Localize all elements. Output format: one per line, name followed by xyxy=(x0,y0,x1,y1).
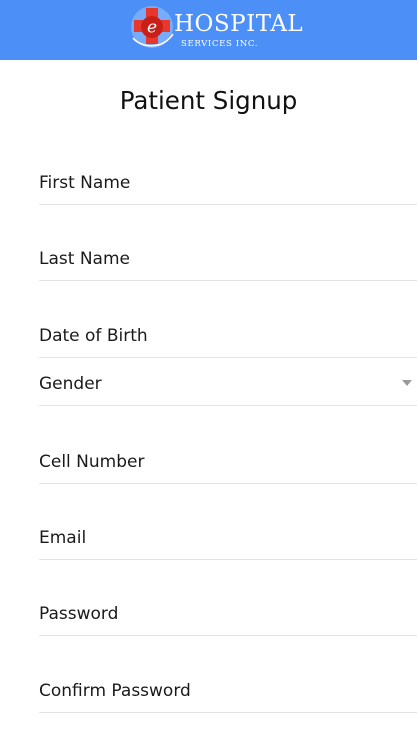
email-field[interactable]: Email xyxy=(39,514,417,560)
chevron-down-icon[interactable] xyxy=(402,380,412,386)
medical-cross-icon: e xyxy=(131,6,174,48)
password-field[interactable]: Password xyxy=(39,590,417,636)
cell-number-field[interactable]: Cell Number xyxy=(39,438,417,484)
date-of-birth-field[interactable]: Date of Birth xyxy=(39,312,417,358)
hospital-logo: e HOSPITAL SERVICES INC. xyxy=(129,2,303,54)
confirm-password-field[interactable]: Confirm Password xyxy=(39,667,417,713)
first-name-field[interactable]: First Name xyxy=(39,159,417,205)
logo-tagline: SERVICES INC. xyxy=(181,39,259,49)
app-header: e HOSPITAL SERVICES INC. xyxy=(0,0,417,60)
page-title: Patient Signup xyxy=(119,86,298,115)
gender-select[interactable]: Gender xyxy=(39,360,417,406)
logo-name: HOSPITAL xyxy=(174,11,304,37)
patient-signup-screen: e HOSPITAL SERVICES INC. Patient Signup … xyxy=(0,0,417,742)
logo-badge-letter: e xyxy=(147,18,157,38)
gender-placeholder: Gender xyxy=(39,374,102,394)
last-name-field[interactable]: Last Name xyxy=(39,235,417,281)
